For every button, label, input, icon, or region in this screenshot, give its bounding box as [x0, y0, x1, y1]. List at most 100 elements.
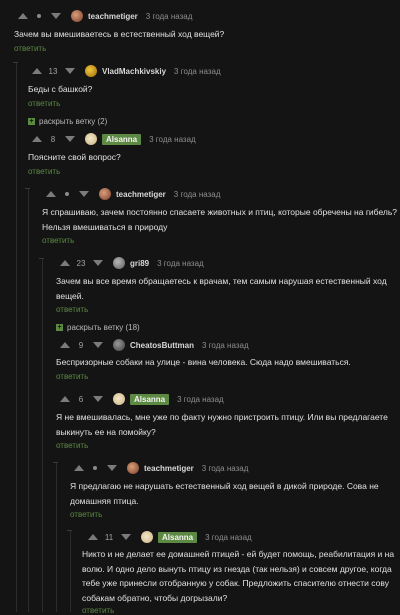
- avatar[interactable]: [85, 65, 97, 77]
- author-name[interactable]: VladMachkivskiy: [102, 67, 166, 76]
- comment-header: 23 gri89 3 года назад: [60, 256, 204, 270]
- thread-line[interactable]: [28, 188, 29, 612]
- reply-link[interactable]: ответить: [56, 441, 88, 450]
- expand-thread-label: раскрыть ветку (2): [39, 117, 108, 126]
- reply-link[interactable]: ответить: [28, 99, 60, 108]
- downvote-icon[interactable]: [107, 465, 117, 471]
- rating-hidden-dot: [65, 192, 69, 196]
- vote-controls: [46, 191, 89, 197]
- vote-controls: 8: [32, 135, 75, 144]
- comment-text-line: собакам обратно, чтобы догрызали?: [82, 592, 228, 603]
- comment-header: 13 VladMachkivskiy 3 года назад: [32, 64, 221, 78]
- upvote-icon[interactable]: [32, 68, 42, 74]
- upvote-icon[interactable]: [46, 191, 56, 197]
- downvote-icon[interactable]: [93, 260, 103, 266]
- comment-time[interactable]: 3 года назад: [149, 135, 196, 144]
- avatar[interactable]: [127, 462, 139, 474]
- reply-link[interactable]: ответить: [70, 510, 102, 519]
- comment-header: 11 Alsanna 3 года назад: [88, 530, 252, 544]
- downvote-icon[interactable]: [93, 342, 103, 348]
- comment-time[interactable]: 3 года назад: [146, 12, 193, 21]
- expand-thread-button[interactable]: + раскрыть ветку (2): [28, 117, 107, 126]
- comment-time[interactable]: 3 года назад: [202, 464, 249, 473]
- comment-text-line: выкинуть ее на помойку?: [56, 426, 156, 437]
- expand-thread-button[interactable]: + раскрыть ветку (18): [56, 323, 140, 332]
- upvote-icon[interactable]: [18, 13, 28, 19]
- comment-header: 8 Alsanna 3 года назад: [32, 132, 196, 146]
- comment-header: 6 Alsanna 3 года назад: [60, 392, 224, 406]
- downvote-icon[interactable]: [51, 13, 61, 19]
- downvote-icon[interactable]: [79, 191, 89, 197]
- avatar[interactable]: [85, 133, 97, 145]
- comment-text: Беды с башкой?: [28, 82, 92, 97]
- author-name[interactable]: Alsanna: [102, 133, 142, 145]
- author-name[interactable]: teachmetiger: [144, 464, 194, 473]
- avatar[interactable]: [71, 10, 83, 22]
- comment-time[interactable]: 3 года назад: [174, 67, 221, 76]
- upvote-icon[interactable]: [60, 342, 70, 348]
- reply-link[interactable]: ответить: [82, 606, 114, 615]
- author-name[interactable]: Alsanna: [130, 393, 170, 405]
- rating-hidden-dot: [93, 466, 97, 470]
- reply-link[interactable]: ответить: [56, 305, 88, 314]
- reply-link[interactable]: ответить: [42, 236, 74, 245]
- comment-text: Я спрашиваю, зачем постоянно спасаете жи…: [42, 205, 397, 234]
- thread-line[interactable]: [70, 530, 71, 612]
- comment-text-line: Никто и не делает ее домашней птицей - е…: [82, 549, 395, 559]
- comment-time[interactable]: 3 года назад: [202, 341, 249, 350]
- avatar[interactable]: [113, 257, 125, 269]
- upvote-icon[interactable]: [32, 136, 42, 142]
- upvote-icon[interactable]: [74, 465, 84, 471]
- author-name[interactable]: teachmetiger: [88, 12, 138, 21]
- comment-text-line: домашняя птица.: [70, 495, 139, 506]
- expand-thread-label: раскрыть ветку (18): [67, 323, 140, 332]
- downvote-icon[interactable]: [93, 396, 103, 402]
- rating-hidden-dot: [37, 14, 41, 18]
- avatar[interactable]: [99, 188, 111, 200]
- thread-line[interactable]: [16, 62, 17, 612]
- plus-icon: +: [56, 324, 63, 331]
- author-name[interactable]: Alsanna: [158, 531, 198, 543]
- comment-text: Зачем вы все время обращаетесь к врачам,…: [56, 274, 387, 303]
- comment-header: teachmetiger 3 года назад: [18, 9, 192, 23]
- rating-count: 8: [50, 134, 56, 144]
- comment-text-line: Зачем вы все время обращаетесь к врачам,…: [56, 276, 387, 286]
- vote-controls: [74, 465, 117, 471]
- upvote-icon[interactable]: [88, 534, 98, 540]
- comment-text-line: Я предлагаю не нарушать естественный ход…: [70, 481, 379, 491]
- avatar[interactable]: [141, 531, 153, 543]
- avatar[interactable]: [113, 339, 125, 351]
- downvote-icon[interactable]: [121, 534, 131, 540]
- comment-time[interactable]: 3 года назад: [174, 190, 221, 199]
- downvote-icon[interactable]: [65, 68, 75, 74]
- vote-controls: 23: [60, 259, 103, 268]
- comment-header: 9 CheatosButtman 3 года назад: [60, 338, 249, 352]
- thread-line[interactable]: [56, 462, 57, 612]
- vote-controls: 6: [60, 395, 103, 404]
- avatar[interactable]: [113, 393, 125, 405]
- comment-text-line: Поясните свой вопрос?: [28, 152, 121, 162]
- comment-text-line: тебе уже принесли отобранную у собак. Пр…: [82, 578, 389, 588]
- comment-time[interactable]: 3 года назад: [177, 395, 224, 404]
- reply-link[interactable]: ответить: [14, 44, 46, 53]
- comment-text-line: Я спрашиваю, зачем постоянно спасаете жи…: [42, 207, 397, 217]
- thread-line[interactable]: [42, 258, 43, 612]
- comment-text: Беспризорные собаки на улице - вина чело…: [56, 355, 351, 370]
- upvote-icon[interactable]: [60, 396, 70, 402]
- downvote-icon[interactable]: [65, 136, 75, 142]
- author-name[interactable]: CheatosButtman: [130, 341, 194, 350]
- author-name[interactable]: teachmetiger: [116, 190, 166, 199]
- upvote-icon[interactable]: [60, 260, 70, 266]
- comment-time[interactable]: 3 года назад: [205, 533, 252, 542]
- vote-controls: [18, 13, 61, 19]
- thread-tab: [39, 258, 44, 259]
- reply-link[interactable]: ответить: [28, 167, 60, 176]
- comment-time[interactable]: 3 года назад: [157, 259, 204, 268]
- rating-count: 6: [78, 394, 84, 404]
- author-name[interactable]: gri89: [130, 259, 149, 268]
- comment-text: Я не вмешивалась, мне уже по факту нужно…: [56, 410, 388, 439]
- comment-text: Я предлагаю не нарушать естественный ход…: [70, 479, 379, 508]
- comment-text: Никто и не делает ее домашней птицей - е…: [82, 547, 394, 605]
- rating-count: 23: [76, 258, 86, 268]
- reply-link[interactable]: ответить: [56, 372, 88, 381]
